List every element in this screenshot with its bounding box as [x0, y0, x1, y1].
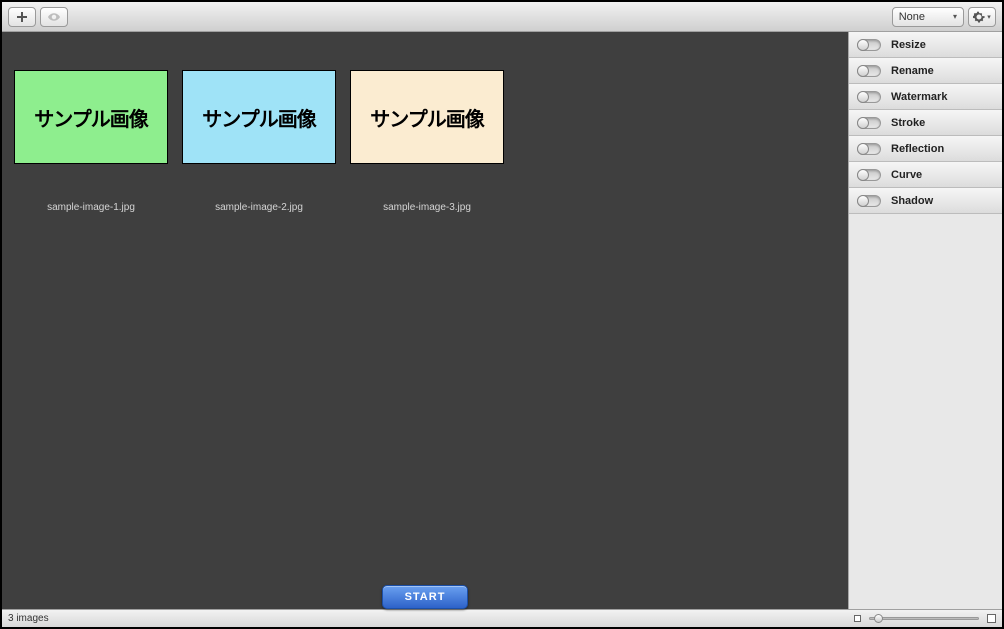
toggle-shadow[interactable]: [857, 195, 881, 207]
option-label: Shadow: [891, 195, 933, 207]
toggle-resize[interactable]: [857, 39, 881, 51]
sidebar-empty-area: [849, 214, 1002, 609]
option-label: Rename: [891, 65, 934, 77]
toggle-stroke[interactable]: [857, 117, 881, 129]
option-stroke[interactable]: Stroke: [849, 110, 1002, 136]
option-label: Reflection: [891, 143, 944, 155]
thumbnail[interactable]: サンプル画像 sample-image-3.jpg: [350, 70, 504, 213]
status-bar: 3 images: [2, 609, 1002, 627]
zoom-min-icon[interactable]: [854, 615, 861, 622]
option-resize[interactable]: Resize: [849, 32, 1002, 58]
sidebar: Resize Rename Watermark Stroke Reflectio…: [848, 32, 1002, 609]
thumbnail-image: サンプル画像: [14, 70, 168, 164]
add-button[interactable]: [8, 7, 36, 27]
start-button[interactable]: START: [382, 585, 469, 609]
thumbnail[interactable]: サンプル画像 sample-image-2.jpg: [182, 70, 336, 213]
toggle-curve[interactable]: [857, 169, 881, 181]
thumbnail[interactable]: サンプル画像 sample-image-1.jpg: [14, 70, 168, 213]
option-label: Watermark: [891, 91, 947, 103]
option-label: Resize: [891, 39, 926, 51]
option-reflection[interactable]: Reflection: [849, 136, 1002, 162]
thumbnail-image: サンプル画像: [350, 70, 504, 164]
option-shadow[interactable]: Shadow: [849, 188, 1002, 214]
thumbnail-filename: sample-image-3.jpg: [383, 202, 471, 213]
thumbnail-filename: sample-image-2.jpg: [215, 202, 303, 213]
option-rename[interactable]: Rename: [849, 58, 1002, 84]
option-watermark[interactable]: Watermark: [849, 84, 1002, 110]
eye-icon: [48, 11, 60, 23]
zoom-max-icon[interactable]: [987, 614, 996, 623]
toolbar: None ▾ ▾: [2, 2, 1002, 32]
image-canvas[interactable]: サンプル画像 sample-image-1.jpg サンプル画像 sample-…: [2, 32, 848, 609]
toggle-reflection[interactable]: [857, 143, 881, 155]
thumbnail-filename: sample-image-1.jpg: [47, 202, 135, 213]
zoom-slider[interactable]: [869, 617, 979, 620]
toggle-rename[interactable]: [857, 65, 881, 77]
preset-select-value: None: [899, 11, 925, 23]
gear-icon: [973, 11, 985, 23]
zoom-slider-knob[interactable]: [874, 614, 883, 623]
status-text: 3 images: [8, 613, 49, 624]
preview-button[interactable]: [40, 7, 68, 27]
option-curve[interactable]: Curve: [849, 162, 1002, 188]
option-label: Stroke: [891, 117, 925, 129]
chevron-down-icon: ▾: [987, 13, 991, 21]
toggle-watermark[interactable]: [857, 91, 881, 103]
preset-select[interactable]: None ▾: [892, 7, 964, 27]
thumbnail-image: サンプル画像: [182, 70, 336, 164]
chevron-down-icon: ▾: [953, 12, 957, 21]
option-label: Curve: [891, 169, 922, 181]
plus-icon: [16, 11, 28, 23]
settings-button[interactable]: ▾: [968, 7, 996, 27]
